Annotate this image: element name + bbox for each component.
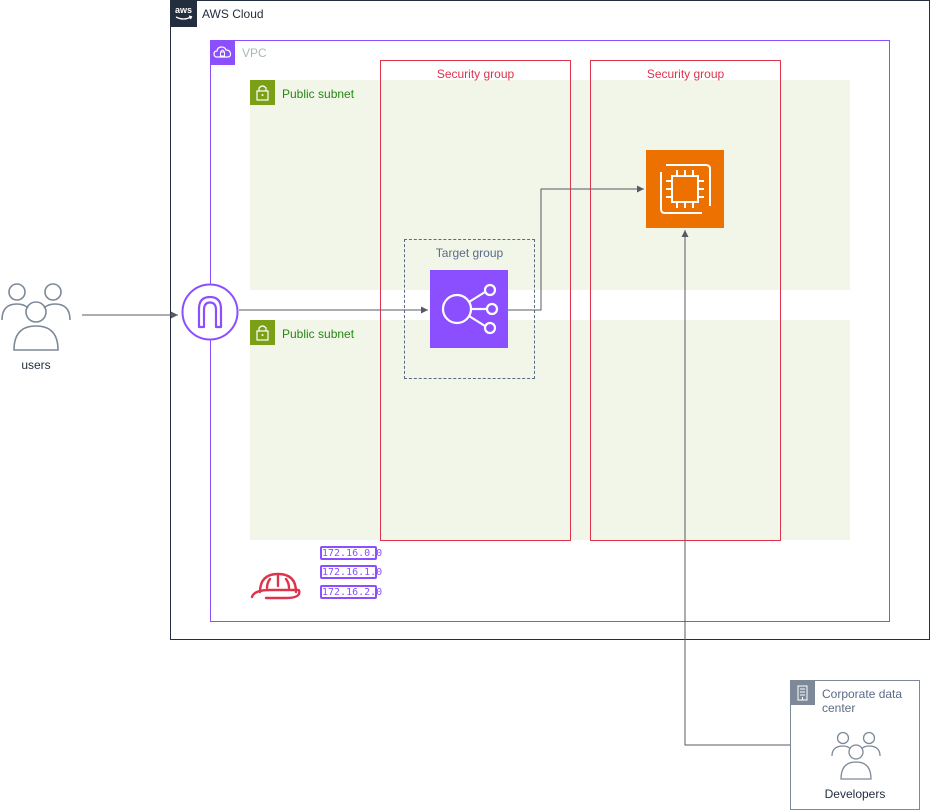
public-subnet-label: Public subnet bbox=[282, 327, 355, 341]
padlock-icon bbox=[250, 80, 275, 105]
security-group-label: Security group bbox=[436, 67, 515, 81]
corporate-data-center-label-line1: Corporate data bbox=[822, 687, 903, 701]
hard-hat-icon bbox=[250, 570, 302, 602]
target-group-label: Target group bbox=[435, 246, 504, 260]
building-icon bbox=[790, 680, 815, 705]
security-group-label: Security group bbox=[646, 67, 725, 81]
vpc-label: VPC bbox=[242, 46, 267, 60]
public-subnet-label: Public subnet bbox=[282, 87, 355, 101]
users-label: users bbox=[21, 358, 51, 372]
developers-icon bbox=[831, 730, 881, 780]
developers-label: Developers bbox=[824, 787, 886, 801]
security-group-2 bbox=[590, 60, 781, 541]
ec2-instance-icon bbox=[646, 150, 724, 228]
load-balancer-icon bbox=[430, 270, 508, 348]
cidr-block: 172.16.1.0 bbox=[320, 565, 383, 579]
aws-cloud-label: AWS Cloud bbox=[202, 7, 264, 21]
users-icon bbox=[0, 280, 72, 352]
corporate-data-center-label-line2: center bbox=[822, 701, 856, 715]
internet-gateway-icon bbox=[181, 283, 239, 341]
padlock-icon bbox=[250, 320, 275, 345]
vpc-cloud-icon bbox=[210, 40, 235, 65]
corporate-data-center-label: Corporate data center bbox=[822, 687, 917, 715]
cidr-block: 172.16.2.0 bbox=[320, 585, 383, 599]
svg-text:aws: aws bbox=[175, 5, 192, 15]
cidr-block: 172.16.0.0 bbox=[320, 546, 383, 560]
aws-logo-icon: aws bbox=[170, 0, 197, 27]
